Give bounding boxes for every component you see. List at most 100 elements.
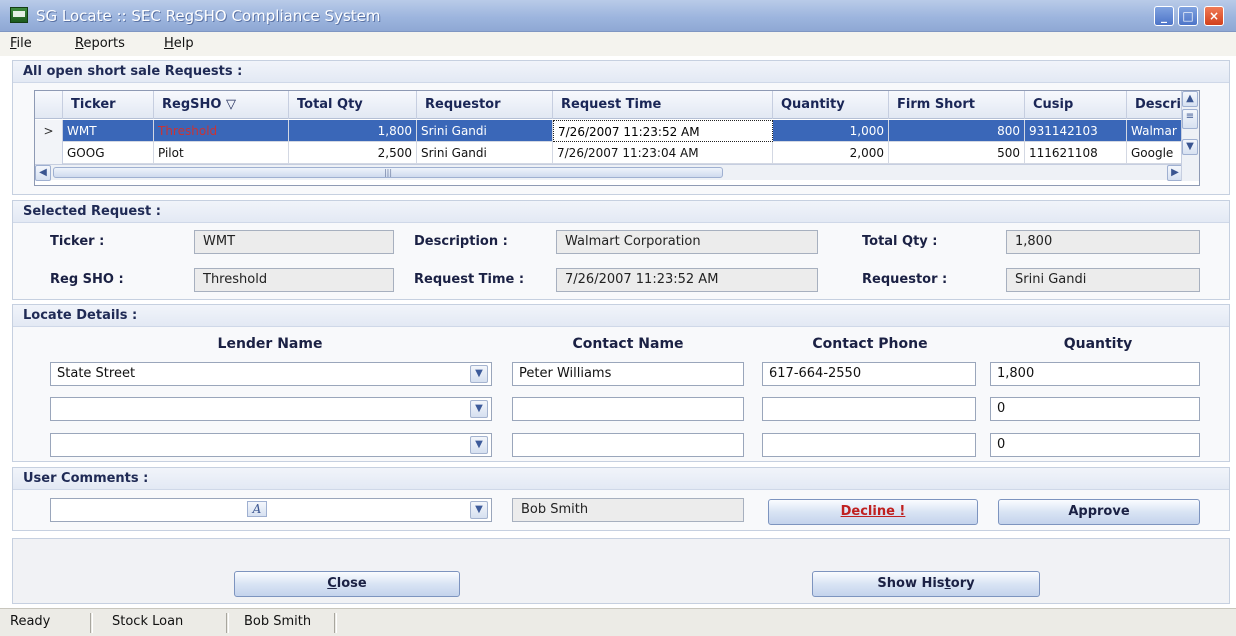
comments-combo[interactable]: A [50,498,492,522]
contact-name-header: Contact Name [572,336,684,352]
cell-requestor: Srini Gandi [417,142,553,164]
cell-ticker: GOOG [63,142,154,164]
chevron-down-icon[interactable]: ▼ [470,400,488,418]
cell-regsho: Threshold [154,120,289,142]
menu-file[interactable]: File [10,36,32,51]
chevron-down-icon[interactable]: ▼ [470,501,488,519]
contact-phone-header: Contact Phone [812,336,928,352]
quantity-field[interactable]: 0 [990,397,1200,421]
ticker-field: WMT [194,230,394,254]
status-bar: Ready Stock Loan Bob Smith [0,608,1236,636]
maximize-button[interactable]: □ [1178,6,1198,26]
locate-details-header: Locate Details : [13,305,1229,327]
ticker-label: Ticker : [50,234,105,249]
vertical-scrollbar[interactable]: ▲ ≡ ▼ [1181,91,1199,181]
horizontal-scroll-thumb[interactable]: ||| [53,167,723,178]
lender-name-combo[interactable]: State Street [50,362,492,386]
lender-name-combo[interactable] [50,397,492,421]
close-window-button[interactable]: × [1204,6,1224,26]
col-regsho[interactable]: RegSHO ▽ [154,91,289,119]
cell-description: Google [1127,142,1183,164]
lender-name-header: Lender Name [217,336,323,352]
minimize-button[interactable]: _ [1154,6,1174,26]
request-time-field: 7/26/2007 11:23:52 AM [556,268,818,292]
row-selector-icon: > [35,120,63,142]
app-icon [10,7,28,23]
title-bar: SG Locate :: SEC RegSHO Compliance Syste… [0,0,1236,32]
selected-request-header: Selected Request : [13,201,1229,223]
description-field: Walmart Corporation [556,230,818,254]
status-divider [334,613,337,633]
requests-header: All open short sale Requests : [13,61,1229,83]
contact-phone-field[interactable] [762,433,976,457]
requestor-label: Requestor : [862,272,948,287]
col-ticker[interactable]: Ticker [63,91,154,119]
cell-total-qty: 2,500 [289,142,417,164]
reg-sho-field: Threshold [194,268,394,292]
close-button[interactable]: Close [234,571,460,597]
cell-firm-short: 800 [889,120,1025,142]
menu-bar: File Reports Help [0,32,1236,56]
reg-sho-label: Reg SHO : [50,272,124,287]
status-divider [226,613,229,633]
approve-button[interactable]: Approve [998,499,1200,525]
contact-phone-field[interactable]: 617-664-2550 [762,362,976,386]
total-qty-label: Total Qty : [862,234,938,249]
grid-corner [35,91,63,119]
menu-reports[interactable]: Reports [75,36,125,51]
cell-description: Walmar [1127,120,1183,142]
status-divider [90,613,93,633]
quantity-header: Quantity [1063,336,1133,352]
lender-name-combo[interactable] [50,433,492,457]
cell-total-qty: 1,800 [289,120,417,142]
requestor-field: Srini Gandi [1006,268,1200,292]
total-qty-field: 1,800 [1006,230,1200,254]
col-firm-short[interactable]: Firm Short [889,91,1025,119]
status-ready: Ready [10,614,51,629]
cell-cusip: 111621108 [1025,142,1127,164]
footer-panel [12,538,1230,604]
scroll-up-icon[interactable]: ▲ [1182,91,1198,107]
status-desk: Stock Loan [112,614,184,629]
horizontal-scrollbar[interactable]: ◀ ||| ▶ [35,164,1183,181]
contact-name-field[interactable] [512,433,744,457]
col-quantity[interactable]: Quantity [773,91,889,119]
cell-requestor: Srini Gandi [417,120,553,142]
contact-name-field[interactable] [512,397,744,421]
window-title: SG Locate :: SEC RegSHO Compliance Syste… [36,7,381,25]
contact-phone-field[interactable] [762,397,976,421]
chevron-down-icon[interactable]: ▼ [470,365,488,383]
col-total-qty[interactable]: Total Qty [289,91,417,119]
cell-quantity: 1,000 [773,120,889,142]
user-comments-header: User Comments : [13,468,1229,490]
cell-cusip: 931142103 [1025,120,1127,142]
quantity-field[interactable]: 1,800 [990,362,1200,386]
font-icon[interactable]: A [247,501,267,517]
col-requestor[interactable]: Requestor [417,91,553,119]
cell-regsho: Pilot [154,142,289,164]
vertical-scroll-thumb[interactable]: ≡ [1182,109,1198,129]
requests-grid: Ticker RegSHO ▽ Total Qty Requestor Requ… [34,90,1200,186]
comment-user-field: Bob Smith [512,498,744,522]
cell-request-time: 7/26/2007 11:23:52 AM [553,120,773,142]
show-history-button[interactable]: Show History [812,571,1040,597]
description-label: Description : [414,234,508,249]
cell-quantity: 2,000 [773,142,889,164]
cell-ticker: WMT [63,120,154,142]
cell-firm-short: 500 [889,142,1025,164]
col-request-time[interactable]: Request Time [553,91,773,119]
scroll-left-icon[interactable]: ◀ [35,165,51,181]
scroll-down-icon[interactable]: ▼ [1182,139,1198,155]
col-cusip[interactable]: Cusip [1025,91,1127,119]
row-selector [35,142,63,164]
status-user: Bob Smith [244,614,312,629]
contact-name-field[interactable]: Peter Williams [512,362,744,386]
chevron-down-icon[interactable]: ▼ [470,436,488,454]
table-row[interactable]: GOOG Pilot 2,500 Srini Gandi 7/26/2007 1… [35,142,1199,164]
decline-button[interactable]: Decline ! [768,499,978,525]
quantity-field[interactable]: 0 [990,433,1200,457]
request-time-label: Request Time : [414,272,525,287]
table-row[interactable]: > WMT Threshold 1,800 Srini Gandi 7/26/2… [35,120,1199,142]
grid-header-row: Ticker RegSHO ▽ Total Qty Requestor Requ… [35,91,1199,119]
menu-help[interactable]: Help [164,36,194,51]
